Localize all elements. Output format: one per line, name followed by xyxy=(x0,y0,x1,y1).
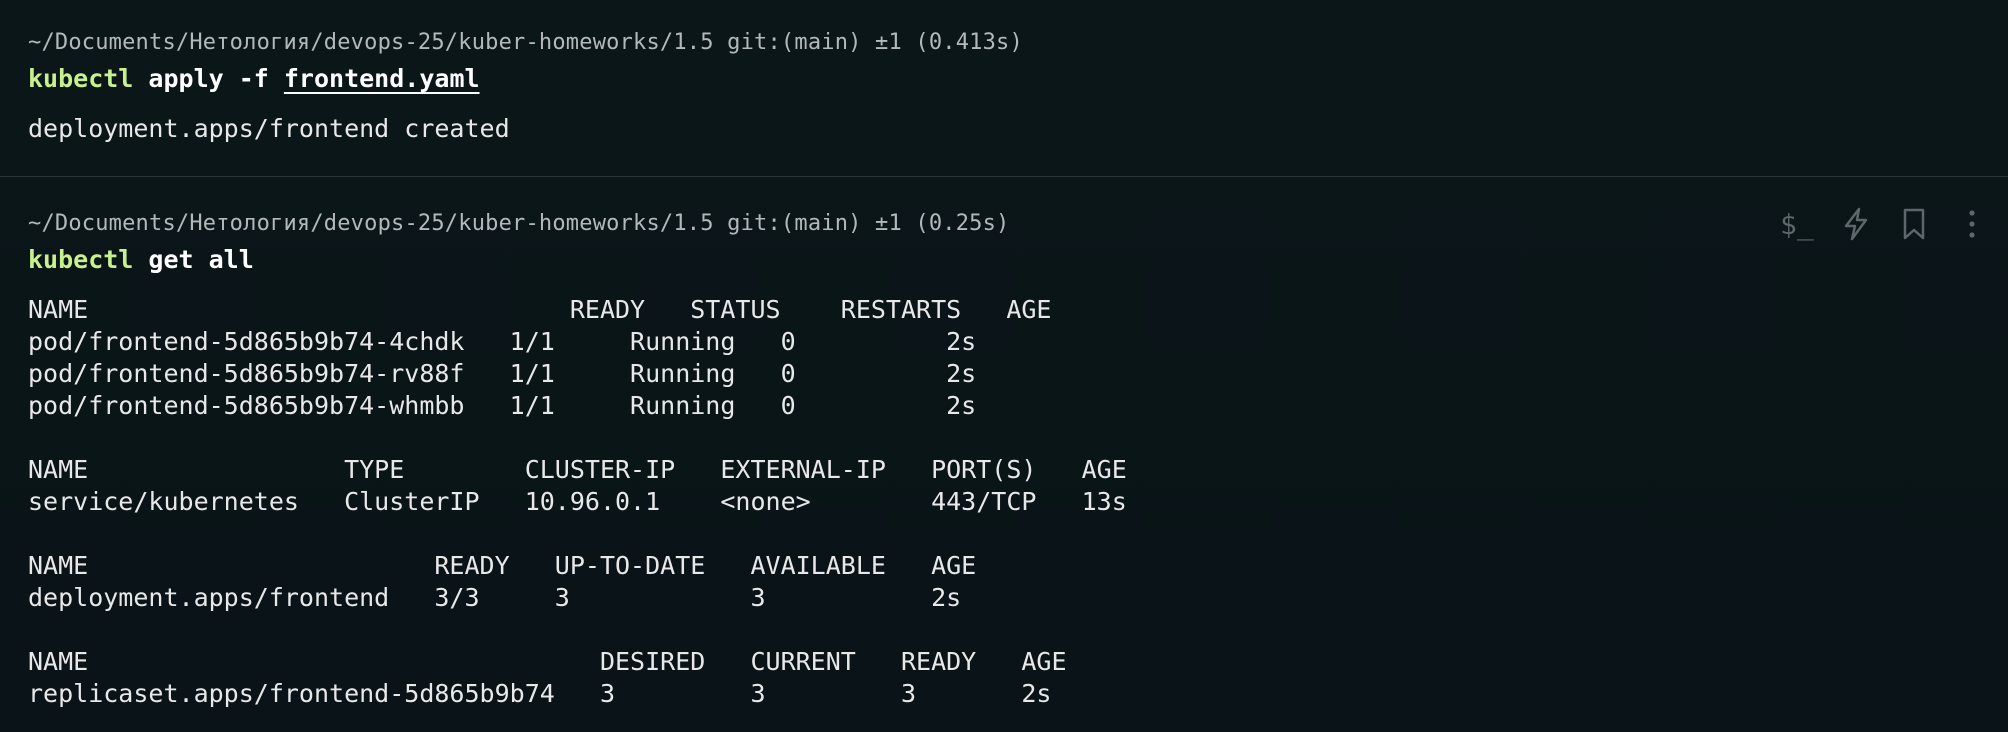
command-line: kubectl get all xyxy=(28,245,254,274)
block-toolbar: $_ xyxy=(1778,204,1992,244)
command-line: kubectl apply -f frontend.yaml xyxy=(28,64,480,93)
terminal-prompt-icon[interactable]: $_ xyxy=(1778,204,1818,244)
bookmark-icon[interactable] xyxy=(1894,204,1934,244)
prompt-line: ~/Documents/Нетология/devops-25/kuber-ho… xyxy=(28,30,1023,55)
command-args: apply -f xyxy=(133,64,284,93)
more-vertical-icon[interactable] xyxy=(1952,204,1992,244)
svg-text:$_: $_ xyxy=(1780,208,1814,242)
lightning-icon[interactable] xyxy=(1836,204,1876,244)
command-binary: kubectl xyxy=(28,64,134,93)
block-divider xyxy=(0,176,2008,177)
command-args: get all xyxy=(133,245,254,274)
command-binary: kubectl xyxy=(28,245,134,274)
terminal-window: ~/Documents/Нетология/devops-25/kuber-ho… xyxy=(0,0,2008,732)
command-block-get-all[interactable]: ~/Documents/Нетология/devops-25/kuber-ho… xyxy=(0,178,2008,732)
command-block-apply[interactable]: ~/Documents/Нетология/devops-25/kuber-ho… xyxy=(0,0,2008,176)
file-link[interactable]: frontend.yaml xyxy=(284,64,480,93)
command-output: deployment.apps/frontend created xyxy=(28,114,510,143)
command-output: NAME READY STATUS RESTARTS AGE pod/front… xyxy=(28,295,1127,708)
prompt-line: ~/Documents/Нетология/devops-25/kuber-ho… xyxy=(28,211,1010,236)
